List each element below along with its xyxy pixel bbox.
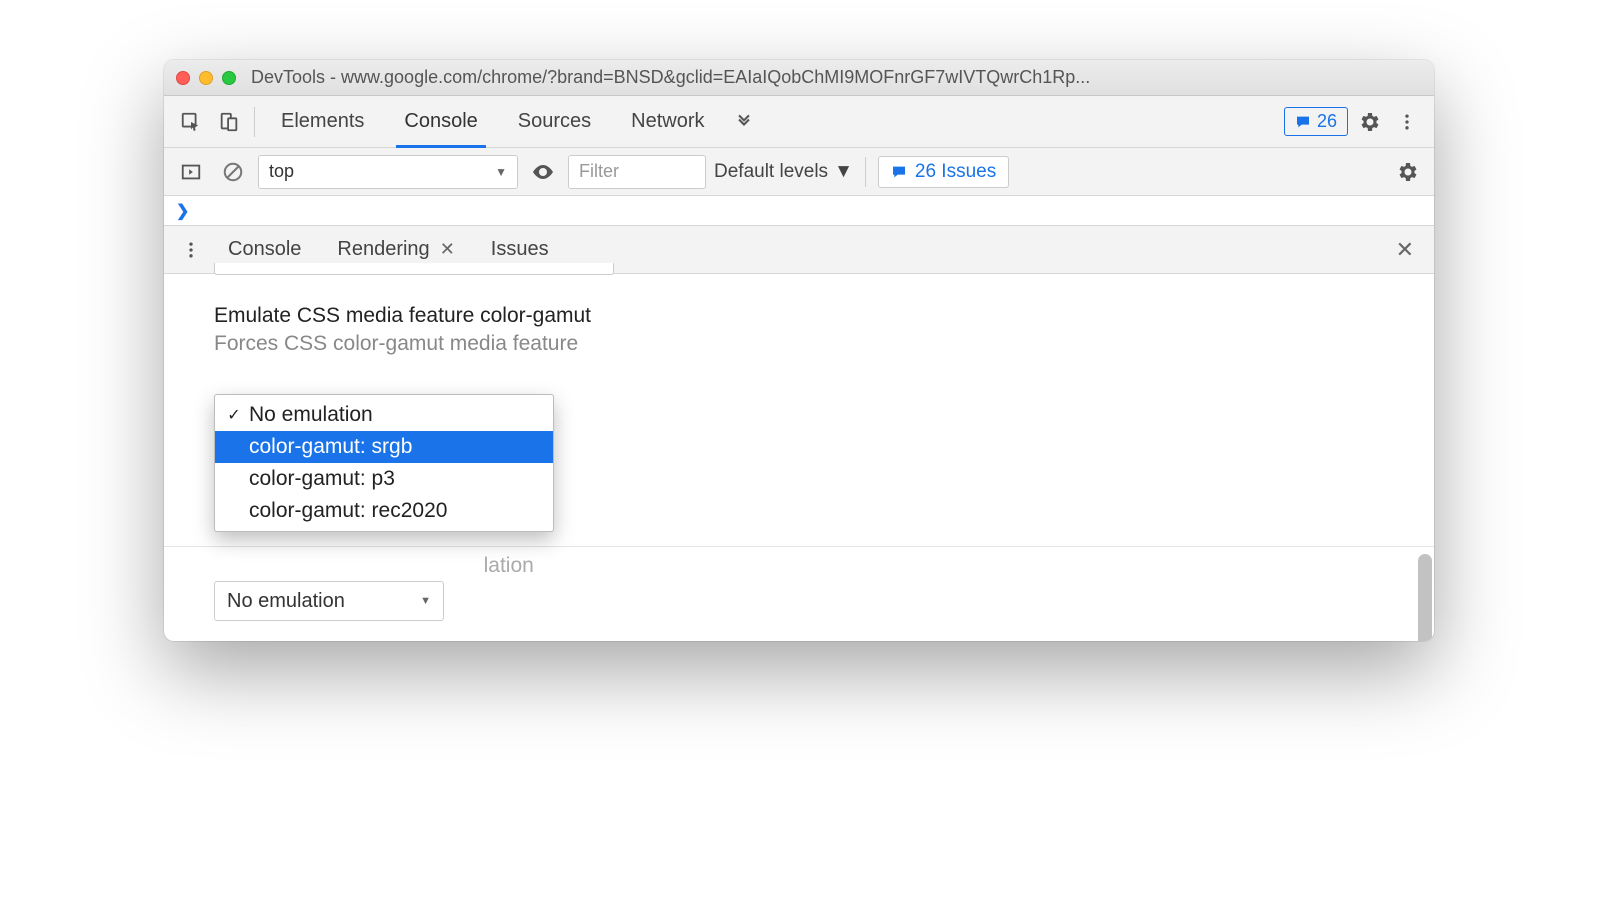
- section-description: Forces CSS color-gamut media feature: [214, 332, 1384, 356]
- log-levels-select[interactable]: Default levels ▼: [714, 161, 853, 183]
- dropdown-option-no-emulation[interactable]: ✓ No emulation: [215, 399, 553, 431]
- filter-input[interactable]: Filter: [568, 155, 706, 189]
- close-drawer-icon[interactable]: ✕: [1386, 237, 1424, 263]
- window-title: DevTools - www.google.com/chrome/?brand=…: [251, 67, 1090, 88]
- more-tabs-chevron-icon[interactable]: [727, 105, 761, 139]
- sidebar-toggle-icon[interactable]: [174, 155, 208, 189]
- devtools-window: DevTools - www.google.com/chrome/?brand=…: [164, 60, 1434, 641]
- issues-button[interactable]: 26 Issues: [878, 156, 1009, 188]
- tab-sources[interactable]: Sources: [500, 96, 609, 148]
- close-tab-icon[interactable]: ✕: [440, 239, 455, 260]
- drawer-menu-kebab-icon[interactable]: [174, 233, 208, 267]
- color-gamut-dropdown-open: ✓ No emulation color-gamut: srgb color-g…: [214, 394, 554, 532]
- zoom-window-button[interactable]: [222, 71, 236, 85]
- vision-deficiency-select[interactable]: No emulation ▼: [214, 581, 444, 621]
- scrollbar[interactable]: [1418, 554, 1432, 641]
- live-expression-eye-icon[interactable]: [526, 155, 560, 189]
- obscured-section-text: Forces vision deficiency emulation: [214, 554, 534, 578]
- chevron-down-icon: ▼: [420, 595, 431, 607]
- console-settings-gear-icon[interactable]: [1390, 155, 1424, 189]
- close-window-button[interactable]: [176, 71, 190, 85]
- scrollbar-thumb[interactable]: [1418, 554, 1432, 641]
- rendering-panel: Emulate CSS media feature color-gamut Fo…: [164, 274, 1434, 641]
- dropdown-option-srgb[interactable]: color-gamut: srgb: [215, 431, 553, 463]
- minimize-window-button[interactable]: [199, 71, 213, 85]
- chevron-down-icon: ▼: [495, 165, 507, 179]
- divider: [865, 157, 866, 187]
- section-divider: [164, 546, 1434, 547]
- inspect-element-icon[interactable]: [174, 105, 208, 139]
- divider: [254, 107, 255, 137]
- message-icon: [1295, 114, 1311, 130]
- dropdown-option-rec2020[interactable]: color-gamut: rec2020: [215, 495, 553, 527]
- traffic-lights: [176, 71, 236, 85]
- console-prompt[interactable]: ❯: [164, 196, 1434, 226]
- clear-console-icon[interactable]: [216, 155, 250, 189]
- settings-gear-icon[interactable]: [1352, 105, 1386, 139]
- console-toolbar: top ▼ Filter Default levels ▼ 26 Issues: [164, 148, 1434, 196]
- previous-select-truncated[interactable]: [214, 263, 614, 275]
- issues-count: 26: [1317, 111, 1337, 132]
- device-toggle-icon[interactable]: [212, 105, 246, 139]
- checkmark-icon: ✓: [225, 405, 243, 425]
- more-menu-kebab-icon[interactable]: [1390, 105, 1424, 139]
- tab-console[interactable]: Console: [386, 96, 495, 148]
- dropdown-option-p3[interactable]: color-gamut: p3: [215, 463, 553, 495]
- issues-badge[interactable]: 26: [1284, 107, 1348, 136]
- execution-context-select[interactable]: top ▼: [258, 155, 518, 189]
- context-value: top: [269, 161, 294, 182]
- filter-placeholder: Filter: [579, 161, 619, 182]
- main-tabs-bar: Elements Console Sources Network 26: [164, 96, 1434, 148]
- tab-elements[interactable]: Elements: [263, 96, 382, 148]
- message-icon: [891, 164, 907, 180]
- section-title: Emulate CSS media feature color-gamut: [214, 304, 1384, 328]
- tab-network[interactable]: Network: [613, 96, 722, 148]
- titlebar: DevTools - www.google.com/chrome/?brand=…: [164, 60, 1434, 96]
- chevron-down-icon: ▼: [834, 161, 853, 183]
